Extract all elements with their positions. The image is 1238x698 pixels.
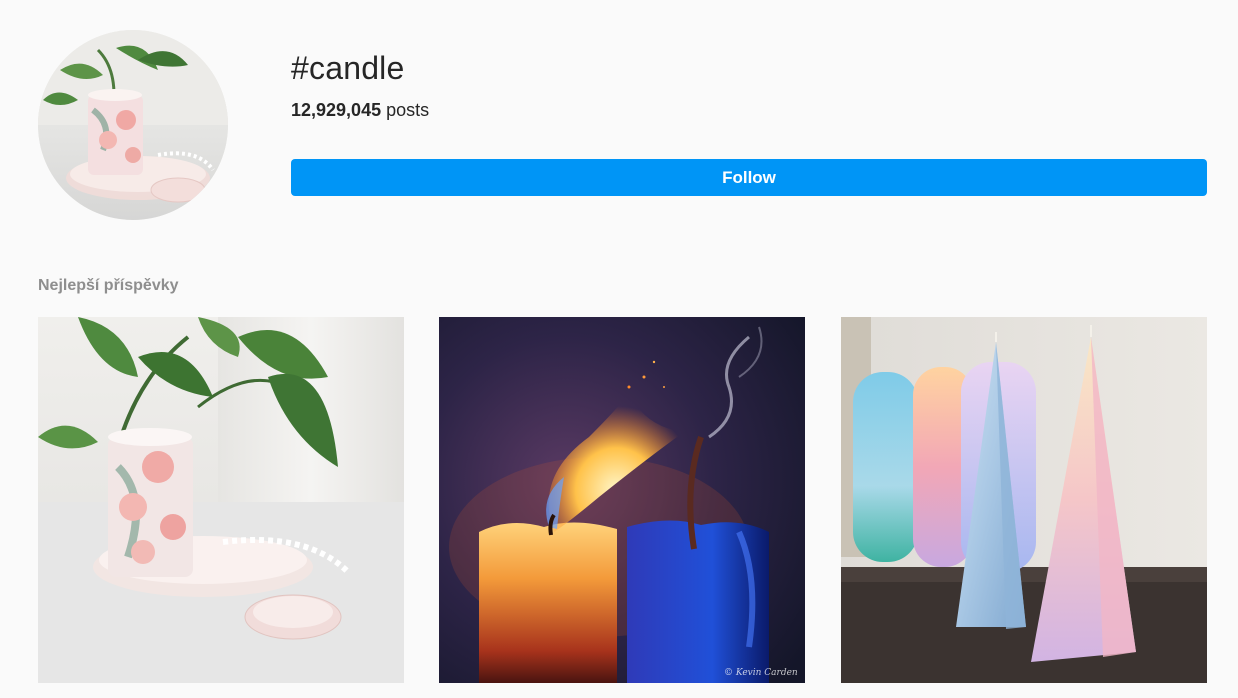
candle-avatar-image <box>38 30 228 220</box>
hashtag-avatar <box>38 30 228 220</box>
post-pink-floral-candle[interactable] <box>38 317 404 683</box>
two-candles-flame-photo: © Kevin Carden <box>439 317 805 683</box>
photo-watermark: © Kevin Carden <box>724 668 798 678</box>
pink-floral-candle-photo <box>38 317 404 683</box>
top-posts-heading: Nejlepší příspěvky <box>38 277 179 294</box>
post-pastel-pyramid-candles[interactable] <box>841 317 1207 683</box>
post-count-number: 12,929,045 <box>291 100 382 120</box>
post-count: 12,929,045 posts <box>291 100 429 121</box>
hashtag-title: #candle <box>291 50 405 86</box>
post-count-label: posts <box>381 100 430 120</box>
post-two-candles-flame[interactable]: © Kevin Carden <box>439 317 805 683</box>
pastel-pyramid-candles-photo <box>841 317 1207 683</box>
hashtag-page: #candle 12,929,045 posts Follow Nejlepší… <box>0 0 1238 698</box>
follow-button[interactable]: Follow <box>291 159 1207 196</box>
